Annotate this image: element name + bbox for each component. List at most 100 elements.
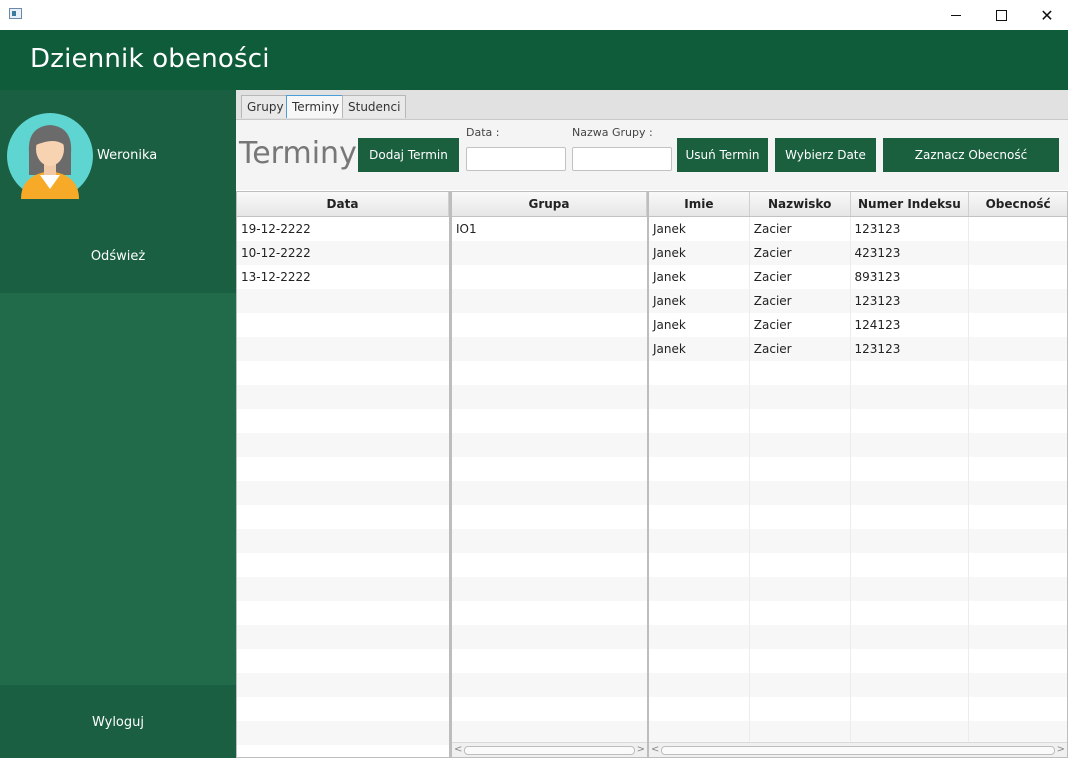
table-row[interactable] [237,433,449,457]
close-button[interactable]: ✕ [1024,0,1068,30]
table-row[interactable] [237,625,449,649]
table-row[interactable] [237,337,449,361]
table-row[interactable] [649,457,1067,481]
table-row[interactable] [452,625,647,649]
table-row[interactable]: Janek Zacier 423123 [649,241,1067,265]
table-row[interactable] [237,577,449,601]
table-row[interactable]: IO1 [452,217,647,241]
table-row[interactable] [237,649,449,673]
choose-date-button[interactable]: Wybierz Date [775,138,876,172]
tab-studenci[interactable]: Studenci [342,95,407,118]
dates-table[interactable]: Data 19-12-2222 10-12-2222 13-12-2222 [236,191,450,758]
tab-terminy[interactable]: Terminy [286,95,346,118]
table-row[interactable] [237,481,449,505]
table-row[interactable]: Janek Zacier 123123 [649,217,1067,241]
table-row[interactable] [452,265,647,289]
date-input[interactable] [466,147,566,171]
table-cell: 123123 [851,289,970,313]
table-row[interactable] [452,601,647,625]
scroll-right-icon[interactable]: > [1057,743,1065,757]
table-row[interactable] [237,457,449,481]
table-row[interactable] [237,721,449,745]
minimize-button[interactable] [933,0,979,30]
table-row[interactable] [649,649,1067,673]
table-row[interactable] [649,409,1067,433]
table-row[interactable] [452,433,647,457]
tab-grupy[interactable]: Grupy [241,95,290,118]
table-cell: 13-12-2222 [241,270,311,284]
table-row[interactable] [237,385,449,409]
table-row[interactable] [452,241,647,265]
column-header-imie[interactable]: Imie [649,192,750,216]
table-row[interactable] [237,505,449,529]
scrollbar-thumb[interactable] [464,746,635,755]
table-row[interactable] [452,505,647,529]
table-row[interactable] [237,673,449,697]
table-row[interactable]: 13-12-2222 [237,265,449,289]
table-row[interactable] [649,601,1067,625]
table-row[interactable] [649,529,1067,553]
delete-term-button[interactable]: Usuń Termin [677,138,768,172]
table-row[interactable] [649,505,1067,529]
table-row[interactable] [649,481,1067,505]
table-row[interactable]: 19-12-2222 [237,217,449,241]
group-name-input[interactable] [572,147,672,171]
groups-table[interactable]: Grupa IO1 < > [450,191,648,758]
groups-horizontal-scrollbar[interactable]: < > [452,742,647,757]
students-horizontal-scrollbar[interactable]: < > [649,742,1067,757]
table-row[interactable] [452,649,647,673]
table-row[interactable] [649,577,1067,601]
table-row[interactable] [237,697,449,721]
table-row[interactable] [452,673,647,697]
table-row[interactable] [452,481,647,505]
column-header-obecnosc[interactable]: Obecność [969,192,1067,216]
table-cell [452,289,647,313]
column-header-data[interactable]: Data [237,192,449,216]
table-row[interactable] [237,409,449,433]
maximize-button[interactable] [978,0,1024,30]
refresh-button[interactable]: Odśwież [0,249,236,264]
table-row[interactable] [649,625,1067,649]
table-row[interactable] [237,529,449,553]
table-row[interactable] [237,361,449,385]
table-row[interactable] [649,697,1067,721]
table-row[interactable] [649,553,1067,577]
table-row[interactable] [452,385,647,409]
table-cell [649,361,750,385]
table-row[interactable] [649,361,1067,385]
table-row[interactable] [452,457,647,481]
table-row[interactable] [237,553,449,577]
table-row[interactable] [452,337,647,361]
table-row[interactable] [237,313,449,337]
column-header-grupa[interactable]: Grupa [452,192,647,216]
students-table-body: Janek Zacier 123123 Janek Zacier 423123 Janek Z… [649,217,1067,745]
students-table[interactable]: Imie Nazwisko Numer Indeksu Obecność Jan… [647,191,1068,758]
table-row[interactable]: Janek Zacier 123123 [649,289,1067,313]
table-row[interactable] [452,553,647,577]
table-row[interactable] [452,289,647,313]
scrollbar-thumb[interactable] [661,746,1055,755]
table-row[interactable] [452,409,647,433]
table-row[interactable]: Janek Zacier 123123 [649,337,1067,361]
add-term-button[interactable]: Dodaj Termin [358,138,459,172]
scroll-right-icon[interactable]: > [637,743,645,757]
table-row[interactable]: Janek Zacier 124123 [649,313,1067,337]
logout-button[interactable]: Wyloguj [0,715,236,730]
table-row[interactable] [452,697,647,721]
table-row[interactable]: 10-12-2222 [237,241,449,265]
table-row[interactable] [452,529,647,553]
mark-attendance-button[interactable]: Zaznacz Obecność [883,138,1059,172]
table-row[interactable] [237,289,449,313]
table-row[interactable]: Janek Zacier 893123 [649,265,1067,289]
scroll-left-icon[interactable]: < [454,743,462,757]
table-row[interactable] [452,313,647,337]
table-row[interactable] [649,673,1067,697]
table-row[interactable] [649,385,1067,409]
column-header-numer-indeksu[interactable]: Numer Indeksu [851,192,970,216]
table-row[interactable] [452,361,647,385]
table-row[interactable] [237,601,449,625]
scroll-left-icon[interactable]: < [651,743,659,757]
table-row[interactable] [649,433,1067,457]
table-row[interactable] [452,577,647,601]
column-header-nazwisko[interactable]: Nazwisko [750,192,851,216]
